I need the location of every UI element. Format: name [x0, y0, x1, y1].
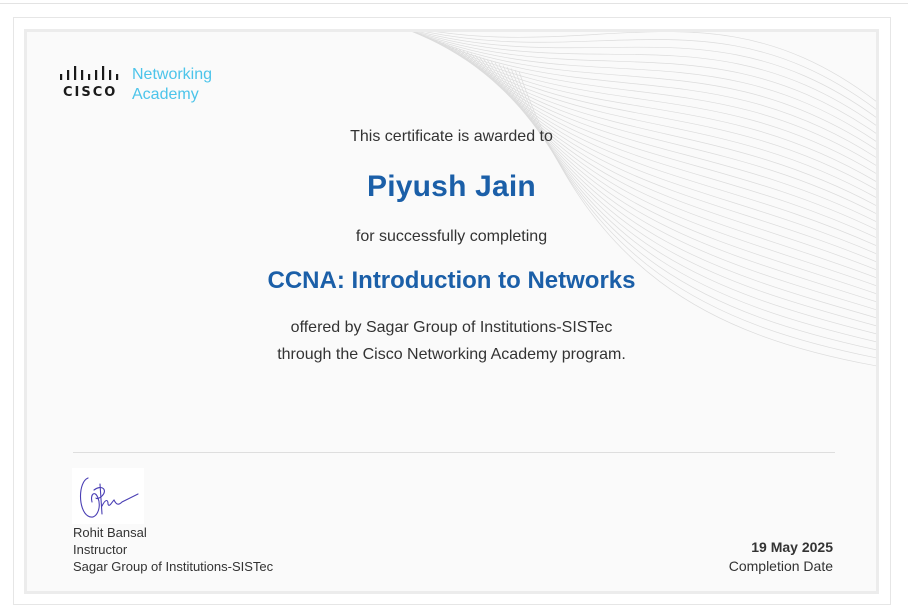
- wave-line: [418, 32, 876, 118]
- instructor-institution: Sagar Group of Institutions-SISTec: [73, 559, 274, 574]
- completion-label: Completion Date: [728, 558, 833, 574]
- instructor-block: Rohit Bansal Instructor Sagar Group of I…: [73, 524, 273, 575]
- instructor-signature: [72, 468, 144, 524]
- instructor-role: Instructor: [73, 542, 128, 557]
- wave-line: [506, 66, 876, 343]
- recipient-name: Piyush Jain: [367, 170, 536, 203]
- signature-divider: [73, 452, 835, 453]
- cisco-wordmark: CISCO: [63, 85, 118, 100]
- completion-date: 19 May 2025: [751, 539, 833, 555]
- wave-line: [412, 32, 876, 142]
- logo-line-1: Networking: [132, 66, 213, 83]
- wave-pattern: [412, 32, 876, 367]
- certificate: CISCO Networking Academy This certificat…: [24, 29, 879, 594]
- networking-academy-text: Networking Academy: [132, 65, 212, 105]
- completing-text: for successfully completing: [355, 228, 548, 245]
- offered-line-1: offered by Sagar Group of Institutions-S…: [290, 319, 613, 336]
- wave-line: [510, 68, 876, 351]
- completion-block: 19 May 2025 Completion Date: [729, 538, 833, 576]
- wave-line: [422, 35, 876, 174]
- wave-line: [415, 32, 876, 126]
- offered-line-2: through the Cisco Networking Academy pro…: [277, 346, 626, 363]
- cisco-networking-academy-logo: CISCO Networking Academy: [59, 64, 259, 104]
- instructor-name: Rohit Bansal: [73, 525, 147, 540]
- awarded-text: This certificate is awarded to: [350, 128, 553, 145]
- logo-line-2: Academy: [132, 86, 199, 103]
- cisco-bars-icon: [60, 66, 119, 80]
- wave-line: [430, 38, 876, 190]
- top-divider: [0, 3, 908, 4]
- course-title: CCNA: Introduction to Networks: [267, 267, 636, 294]
- offered-by-text: offered by Sagar Group of Institutions-S…: [27, 314, 876, 368]
